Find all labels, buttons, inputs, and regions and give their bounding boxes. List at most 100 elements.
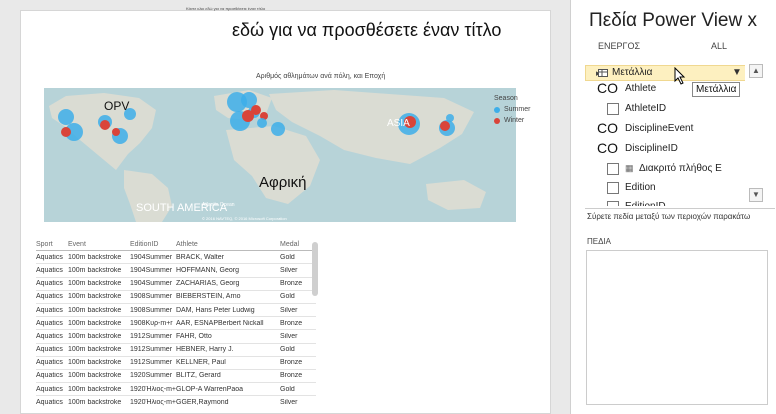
col-header-editionid[interactable]: EditionID xyxy=(130,241,176,248)
legend-item-summer[interactable]: Summer xyxy=(494,106,530,113)
table-row[interactable]: Aquatics 100m backstroke 1920Ήλιος-m+r GLOP… xyxy=(36,383,316,397)
cell-event: 100m backstroke xyxy=(68,359,122,367)
field-item[interactable]: EditionID xyxy=(585,200,745,206)
table-icon xyxy=(598,69,608,77)
cell-event: 100m backstroke xyxy=(68,306,122,314)
table-row[interactable]: Aquatics 100m backstroke 1904Summer ZACHARI… xyxy=(36,278,316,291)
scroll-down-button[interactable]: ▼ xyxy=(749,188,763,202)
map-bubble[interactable] xyxy=(58,109,74,125)
map-bubble[interactable] xyxy=(61,127,71,137)
table-item-medals[interactable]: ▸ Μετάλλια ▼ xyxy=(585,65,745,81)
legend-label: Summer xyxy=(504,106,531,113)
field-item[interactable]: ▦ Διακριτό πλήθος Ε xyxy=(585,162,745,176)
cell-editionid: 1904Summer xyxy=(130,280,173,288)
cell-athlete: AAR, ESNAPBerbert Nickall xyxy=(176,319,264,327)
field-checkbox[interactable] xyxy=(607,163,619,175)
cell-sport: Aquatics xyxy=(36,280,63,288)
cell-sport: Aquatics xyxy=(36,385,63,393)
table-row[interactable]: Aquatics 100m backstroke 1920Ήλιος-m+r GGER… xyxy=(36,396,316,408)
cell-event: 100m backstroke xyxy=(68,332,122,340)
dropdown-arrow-icon[interactable]: ▼ xyxy=(732,67,742,78)
table-row[interactable]: Aquatics 100m backstroke 1904Summer BRACK, … xyxy=(36,251,316,265)
col-header-event[interactable]: Event xyxy=(68,241,130,248)
field-checkbox[interactable] xyxy=(607,182,619,194)
report-title-placeholder[interactable]: Κάντε κλικ εδώ για να προσθέσετε έναν τί… xyxy=(186,6,265,11)
cell-sport: Aquatics xyxy=(36,253,63,261)
map-bubble[interactable] xyxy=(440,121,450,131)
cell-editionid: 1912Summer xyxy=(130,359,173,367)
cell-athlete: HEBNER, Harry J. xyxy=(176,346,234,354)
map-bubble[interactable] xyxy=(112,128,120,136)
cell-medal: Gold xyxy=(280,385,295,393)
map-bubble[interactable] xyxy=(257,118,267,128)
cell-editionid: 1904Summer xyxy=(130,253,173,261)
field-item[interactable]: CO DisciplineEvent xyxy=(585,120,745,136)
cell-medal: Bronze xyxy=(280,319,303,327)
field-label: DisciplineID xyxy=(625,143,678,154)
legend-item-winter[interactable]: Winter xyxy=(494,117,530,124)
report-title[interactable]: εδώ για να προσθέσετε έναν τίτλο xyxy=(232,20,501,41)
cell-event: 100m backstroke xyxy=(68,293,122,301)
calculated-field-icon: ▦ xyxy=(625,163,634,173)
cell-sport: Aquatics xyxy=(36,332,63,340)
data-table[interactable]: Sport Event EditionID Athlete Medal Aqua… xyxy=(36,238,316,408)
cell-athlete: FAHR, Otto xyxy=(176,332,212,340)
field-label: DisciplineEvent xyxy=(625,123,694,134)
table-row[interactable]: Aquatics 100m backstroke 1904Summer HOFFMAN… xyxy=(36,264,316,278)
cell-athlete: DAM, Hans Peter Ludwig xyxy=(176,306,255,314)
cell-sport: Aquatics xyxy=(36,319,63,327)
field-checkbox[interactable] xyxy=(607,201,619,206)
table-row[interactable]: Aquatics 100m backstroke 1920Summer BLITZ, … xyxy=(36,370,316,384)
map-bubble[interactable] xyxy=(100,120,110,130)
cell-editionid: 1920Ήλιος-m+r xyxy=(130,385,176,393)
col-header-medal[interactable]: Medal xyxy=(280,241,316,248)
cell-sport: Aquatics xyxy=(36,266,63,274)
table-row[interactable]: Aquatics 100m backstroke 1908Summer BIEBERS… xyxy=(36,291,316,304)
table-row[interactable]: Aquatics 100m backstroke 1908Kυρ-m+r AAR, E… xyxy=(36,317,316,331)
field-item[interactable]: AthleteID xyxy=(585,102,745,116)
cell-athlete: BLITZ, Gerard xyxy=(176,372,221,380)
table-name: Μετάλλια xyxy=(612,67,653,78)
table-row[interactable]: Aquatics 100m backstroke 1912Summer FAHR, O… xyxy=(36,330,316,344)
table-body: Aquatics 100m backstroke 1904Summer BRACK, … xyxy=(36,251,316,408)
tab-active[interactable]: ΕΝΕΡΓΟΣ xyxy=(598,41,640,51)
field-item[interactable]: Edition xyxy=(585,181,745,195)
table-row[interactable]: Aquatics 100m backstroke 1912Summer HEBNER,… xyxy=(36,344,316,357)
field-checkbox[interactable] xyxy=(607,103,619,115)
cell-medal: Bronze xyxy=(280,372,303,380)
cell-editionid: 1920Ήλιος-m+r xyxy=(130,398,176,406)
table-scrollbar[interactable] xyxy=(312,242,318,296)
col-header-sport[interactable]: Sport xyxy=(36,241,68,248)
cell-event: 100m backstroke xyxy=(68,280,122,288)
map-bubble[interactable] xyxy=(446,114,454,122)
map-label-ocean: Atlantic Ocean xyxy=(202,202,235,208)
tab-all[interactable]: ALL xyxy=(711,41,727,51)
field-label: EditionID xyxy=(625,201,666,206)
cell-editionid: 1904Summer xyxy=(130,266,173,274)
cell-athlete: GGER,Raymond xyxy=(176,398,229,406)
cell-medal: Silver xyxy=(280,266,298,274)
cell-event: 100m backstroke xyxy=(68,372,122,380)
cell-event: 100m backstroke xyxy=(68,253,122,261)
col-header-athlete[interactable]: Athlete xyxy=(176,241,280,248)
mouse-cursor-icon xyxy=(674,66,686,85)
cell-event: 100m backstroke xyxy=(68,266,122,274)
table-row[interactable]: Aquatics 100m backstroke 1908Summer DAM, Ha… xyxy=(36,304,316,318)
map-label-opv: OPV xyxy=(104,99,130,113)
legend-title: Season xyxy=(494,95,518,102)
fields-drop-area[interactable] xyxy=(586,250,768,405)
cell-athlete: GLOP-A WarrenPaoa xyxy=(176,385,244,393)
cell-athlete: HOFFMANN, Georg xyxy=(176,266,240,274)
map-bubble[interactable] xyxy=(242,110,254,122)
cell-editionid: 1920Summer xyxy=(130,372,173,380)
cell-athlete: ZACHARIAS, Georg xyxy=(176,280,240,288)
field-item[interactable]: CO DisciplineID xyxy=(585,140,745,156)
cell-athlete: BIEBERSTEIN, Arno xyxy=(176,293,241,301)
field-type-label: CO xyxy=(597,120,618,136)
scroll-up-button[interactable]: ▲ xyxy=(749,64,763,78)
table-row[interactable]: Aquatics 100m backstroke 1912Summer KELLNER… xyxy=(36,357,316,370)
field-type-label: CO xyxy=(597,140,618,156)
legend-label: Winter xyxy=(504,117,525,124)
map-visual[interactable]: OPV Αφρική SOUTH AMERICA ASIA Atlantic O… xyxy=(44,88,516,222)
map-bubble[interactable] xyxy=(271,122,285,136)
